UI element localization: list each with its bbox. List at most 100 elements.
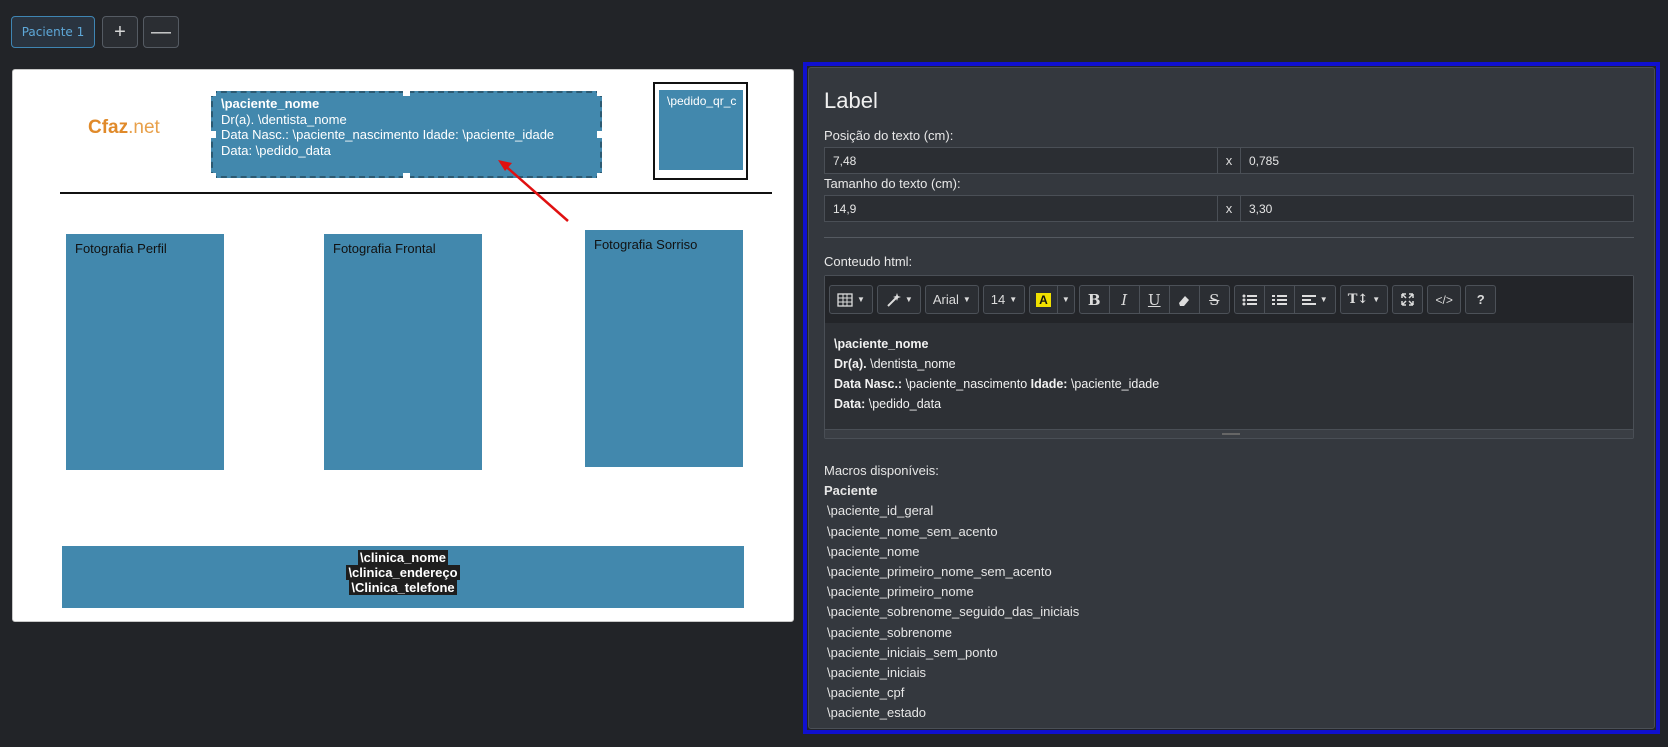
line-height-button[interactable]: T↕ ▼ (1339, 285, 1389, 314)
bullet-list-icon (1242, 294, 1257, 305)
macro-item: \paciente_iniciais (827, 665, 927, 681)
photo-sorriso-box[interactable]: Fotografia Sorriso (585, 230, 743, 467)
editor-line: Data: \pedido_data (834, 397, 942, 411)
eraser-button[interactable] (1168, 285, 1200, 314)
editor-toolbar: ▼ ▼ Arial ▼ 14 ▼ A ▼ B I U S ▼ T↕ ▼ </> … (825, 276, 1633, 323)
label-line: Data: \pedido_data (221, 142, 331, 158)
expand-icon (1401, 293, 1414, 306)
help-icon: ? (1476, 292, 1485, 307)
photo-perfil-box[interactable]: Fotografia Perfil (66, 234, 224, 470)
editor-resize-bar[interactable] (825, 429, 1633, 438)
table-button[interactable]: ▼ (829, 285, 873, 314)
label-line: Dr(a). \dentista_nome (221, 111, 347, 127)
text-height-icon: T↕ (1347, 292, 1369, 307)
bold-button[interactable]: B (1078, 285, 1110, 314)
photo-frontal-label: Fotografia Frontal (333, 241, 436, 256)
resize-handle-tr[interactable] (597, 89, 604, 96)
chevron-down-icon: ▼ (1009, 295, 1018, 304)
editor-line: \paciente_nome (834, 337, 929, 351)
macros-group-title: Paciente (824, 483, 878, 499)
numbered-list-icon (1271, 294, 1287, 305)
clinic-name-text: \clinica_nome (358, 550, 448, 565)
color-dropdown-button[interactable]: ▼ (1056, 285, 1075, 314)
format-group: B I U S (1078, 285, 1230, 314)
photo-sorriso-label: Fotografia Sorriso (594, 237, 698, 252)
macro-item: \paciente_nome (827, 543, 920, 559)
label-line: \paciente_nome (221, 96, 320, 111)
chevron-down-icon: ▼ (1372, 295, 1381, 304)
clinic-phone-text: \Clinica_telefone (349, 580, 457, 595)
font-size-select[interactable]: 14 ▼ (982, 285, 1026, 314)
strikethrough-button[interactable]: S (1198, 285, 1230, 314)
resize-grip-icon (1222, 433, 1240, 435)
divider-line (60, 192, 772, 194)
macro-item: \paciente_primeiro_nome (827, 584, 974, 600)
help-button[interactable]: ? (1465, 285, 1497, 314)
position-x-input[interactable]: 7,48 (824, 147, 1218, 174)
position-separator: x (1218, 147, 1240, 174)
chevron-down-icon: ▼ (904, 295, 913, 304)
size-label: Tamanho do texto (cm): (824, 176, 961, 191)
resize-handle-top[interactable] (403, 89, 410, 96)
macro-item: \paciente_id_geral (827, 503, 934, 519)
fullscreen-button[interactable] (1392, 285, 1424, 314)
selected-label-box[interactable]: \paciente_nome Dr(a). \dentista_nome Dat… (209, 89, 604, 180)
resize-handle-bl[interactable] (209, 173, 216, 180)
text-color-button[interactable]: A (1029, 285, 1058, 314)
remove-tab-button[interactable]: — (143, 16, 179, 48)
macros-title: Macros disponíveis: (824, 463, 939, 478)
add-tab-button[interactable]: + (102, 16, 138, 48)
label-line: Data Nasc.: \paciente_nascimento Idade: … (221, 127, 555, 142)
macro-item: \paciente_estado (827, 705, 927, 721)
macro-item: \paciente_sobrenome_seguido_das_iniciais (827, 604, 1080, 620)
tab-paciente-1[interactable]: Paciente 1 (11, 16, 95, 48)
style-magic-button[interactable]: ▼ (876, 285, 921, 314)
macro-item: \paciente_sobrenome (827, 624, 953, 640)
resize-handle-bottom[interactable] (403, 173, 410, 180)
italic-button[interactable]: I (1108, 285, 1140, 314)
chevron-down-icon: ▼ (962, 295, 971, 304)
size-inputs: 14,9 x 3,30 (824, 195, 1634, 222)
eraser-icon (1179, 295, 1190, 306)
size-width-input[interactable]: 14,9 (824, 195, 1218, 222)
label-canvas: Cfaz.net \paciente_nome Dr(a). \dentista… (12, 69, 794, 622)
macros-list: Macros disponíveis: Paciente \paciente_i… (824, 461, 1079, 724)
photo-frontal-box[interactable]: Fotografia Frontal (324, 234, 482, 470)
position-inputs: 7,48 x 0,785 (824, 147, 1634, 174)
clinic-footer-box[interactable]: \clinica_nome \clinica_endereço \Clinica… (62, 546, 744, 608)
list-group: ▼ (1233, 285, 1336, 314)
underline-button[interactable]: U (1138, 285, 1170, 314)
label-properties-panel: Label Posição do texto (cm): 7,48 x 0,78… (808, 67, 1655, 729)
italic-icon: I (1121, 290, 1128, 309)
magic-wand-icon (887, 292, 901, 307)
font-family-select[interactable]: Arial ▼ (924, 285, 979, 314)
ordered-list-button[interactable] (1263, 285, 1295, 314)
logo: Cfaz.net (88, 117, 160, 138)
code-icon: </> (1435, 292, 1453, 307)
position-y-input[interactable]: 0,785 (1240, 147, 1634, 174)
resize-handle-right[interactable] (597, 131, 604, 138)
underline-icon: U (1147, 290, 1161, 309)
qr-code-placeholder: \pedido_qr_c (659, 90, 743, 170)
table-icon (837, 292, 853, 307)
html-content-label: Conteudo html: (824, 254, 913, 269)
position-label: Posição do texto (cm): (824, 128, 954, 143)
editor-content[interactable]: \paciente_nome Dr(a). \dentista_nome Dat… (825, 323, 1633, 425)
unordered-list-button[interactable] (1233, 285, 1265, 314)
resize-handle-tl[interactable] (209, 89, 216, 96)
align-button[interactable]: ▼ (1293, 285, 1336, 314)
code-view-button[interactable]: </> (1427, 285, 1462, 314)
chevron-down-icon: ▼ (857, 295, 865, 304)
color-group: A ▼ (1029, 285, 1075, 314)
macro-item: \paciente_iniciais_sem_ponto (827, 644, 998, 660)
strikethrough-icon: S (1209, 290, 1220, 309)
highlight-a-icon: A (1036, 292, 1051, 307)
resize-handle-br[interactable] (597, 173, 604, 180)
qr-code-box[interactable]: \pedido_qr_c (653, 82, 748, 180)
macro-item: \paciente_primeiro_nome_sem_acento (827, 564, 1052, 580)
clinic-address-text: \clinica_endereço (346, 565, 460, 580)
chevron-down-icon: ▼ (1319, 295, 1328, 304)
resize-handle-left[interactable] (209, 131, 216, 138)
size-height-input[interactable]: 3,30 (1240, 195, 1634, 222)
macro-item: \paciente_cpf (827, 685, 905, 701)
